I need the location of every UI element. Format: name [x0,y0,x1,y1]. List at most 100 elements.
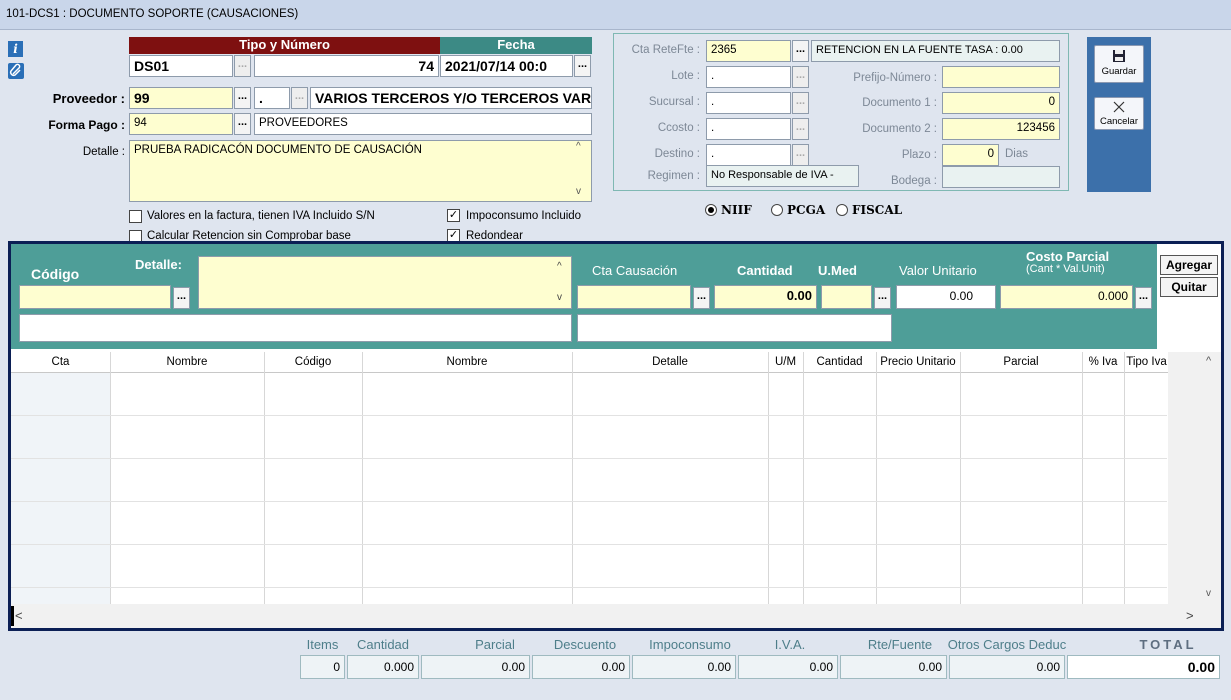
grid-header: Cta Nombre Código Nombre Detalle U/M Can… [11,352,1221,373]
proveedor-sub-field[interactable]: . [254,87,290,109]
forma-pago-label: Forma Pago : [48,118,125,132]
agregar-button[interactable]: Agregar [1160,255,1218,275]
guardar-button[interactable]: Guardar [1094,45,1144,83]
valor-unitario-field[interactable]: 0.00 [896,285,996,309]
col-iva[interactable]: % Iva [1082,356,1124,368]
lote-field[interactable]: . [706,66,791,88]
destino-field[interactable]: . [706,144,791,166]
plazo-unit: Dias [1005,148,1029,160]
radio-pcga[interactable]: PCGA [771,203,825,217]
grid-row-divider [11,501,1167,502]
grid-col-divider [1082,352,1083,604]
guardar-label: Guardar [1101,66,1137,77]
iva-incluido-checkbox[interactable] [129,210,142,223]
grid-col-divider [362,352,363,604]
col-codigo[interactable]: Código [264,356,362,368]
codigo-entry-field[interactable] [19,285,171,309]
prefijo-field[interactable] [942,66,1060,88]
grid-col-divider [572,352,573,604]
proveedor-name-field[interactable]: VARIOS TERCEROS Y/O TERCEROS VAR [310,87,592,109]
radio-niif-label: NIIF [721,203,752,217]
col-cantidad[interactable]: Cantidad [803,356,876,368]
cantidad-total-label: Cantidad [356,637,410,652]
items-total-value: 0 [300,655,345,679]
proveedor-lookup-button[interactable]: ... [234,87,251,109]
radio-niif[interactable]: NIIF [705,203,752,217]
numero-field[interactable]: 74 [254,55,439,77]
col-um[interactable]: U/M [768,356,803,368]
detalle-scroll-up-icon[interactable]: ^ [576,141,581,152]
radio-niif-dot[interactable] [705,204,717,216]
doc1-label: Documento 1 : [862,97,937,109]
scroll-left-icon[interactable]: < [15,608,23,623]
scroll-up-icon[interactable]: ^ [1206,355,1211,367]
grid-horizontal-scrollbar[interactable]: < > [11,604,1221,628]
doc2-label: Documento 2 : [862,123,937,135]
ccosto-lookup-button[interactable]: ... [792,118,809,140]
tipo-field[interactable]: DS01 [129,55,233,77]
detalle-entry-field[interactable] [198,256,572,309]
radio-fiscal-dot[interactable] [836,204,848,216]
lote-lookup-button[interactable]: ... [792,66,809,88]
umed-field[interactable] [821,285,872,309]
grid-row-divider [11,544,1167,545]
codigo-lookup-button[interactable]: ... [173,287,190,309]
cta-retefte-field[interactable]: 2365 [706,40,791,62]
col-tipo-iva[interactable]: Tipo Iva [1124,356,1169,368]
forma-pago-lookup-button[interactable]: ... [234,113,251,135]
col-cta[interactable]: Cta [11,356,110,368]
cancelar-button[interactable]: Cancelar [1094,97,1144,130]
sucursal-lookup-button[interactable]: ... [792,92,809,114]
costo-parcial-label: Costo Parcial [1026,249,1110,264]
impoconsumo-checkbox[interactable]: ✓ [447,209,460,222]
destino-lookup-button[interactable]: ... [792,144,809,166]
iva-total-value: 0.00 [738,655,838,679]
parcial-total-label: Parcial [475,637,515,652]
col-nombre-cuenta[interactable]: Nombre [110,356,264,368]
info-icon[interactable]: i [8,41,23,57]
descuento-total-value: 0.00 [532,655,630,679]
codigo-description-field [19,314,572,342]
col-nombre-producto[interactable]: Nombre [362,356,572,368]
proveedor-code-field[interactable]: 99 [129,87,233,109]
scroll-right-icon[interactable]: > [1186,608,1194,623]
cta-causacion-lookup-button[interactable]: ... [693,287,710,309]
fecha-field[interactable]: 2021/07/14 00:0 [440,55,573,77]
col-parcial[interactable]: Parcial [960,356,1082,368]
umed-lookup-button[interactable]: ... [874,287,891,309]
quitar-button[interactable]: Quitar [1160,277,1218,297]
cta-retefte-lookup-button[interactable]: ... [792,40,809,62]
cta-causacion-label: Cta Causación [592,263,678,278]
fecha-picker-button[interactable]: ... [574,55,591,77]
col-precio-unitario[interactable]: Precio Unitario [876,356,960,368]
radio-fiscal[interactable]: FISCAL [836,203,902,217]
radio-pcga-dot[interactable] [771,204,783,216]
costo-parcial-lookup-button[interactable]: ... [1135,287,1152,309]
bodega-field[interactable] [942,166,1060,188]
detalle-entry-scroll-up-icon[interactable]: ^ [557,261,562,272]
col-detalle[interactable]: Detalle [572,356,768,368]
grid-row-divider [11,415,1167,416]
proveedor-sub-lookup-button[interactable]: ... [291,87,308,109]
doc1-field[interactable]: 0 [942,92,1060,114]
forma-pago-name-field[interactable]: PROVEEDORES [254,113,592,135]
cantidad-field[interactable]: 0.00 [714,285,817,309]
retencion-info: RETENCION EN LA FUENTE TASA : 0.00 [811,40,1060,62]
doc2-field[interactable]: 123456 [942,118,1060,140]
scroll-thumb[interactable] [11,606,14,626]
tipo-lookup-button[interactable]: ... [234,55,251,77]
ccosto-field[interactable]: . [706,118,791,140]
iva-incluido-label: Valores en la factura, tienen IVA Inclui… [147,210,375,222]
attachment-icon[interactable] [8,63,24,79]
cta-causacion-field[interactable] [577,285,691,309]
grid-vertical-scrollbar[interactable]: ^ v [1168,352,1221,604]
window-title: 101-DCS1 : DOCUMENTO SOPORTE (CAUSACIONE… [0,0,1231,30]
detalle-entry-scroll-down-icon[interactable]: v [557,292,562,303]
forma-pago-code-field[interactable]: 94 [129,113,233,135]
scroll-down-icon[interactable]: v [1206,588,1211,599]
grand-total-value: 0.00 [1067,655,1220,679]
detalle-textarea[interactable]: PRUEBA RADICACÓN DOCUMENTO DE CAUSACIÓN [129,140,592,202]
detalle-scroll-down-icon[interactable]: v [576,186,581,197]
sucursal-field[interactable]: . [706,92,791,114]
plazo-field[interactable]: 0 [942,144,999,166]
